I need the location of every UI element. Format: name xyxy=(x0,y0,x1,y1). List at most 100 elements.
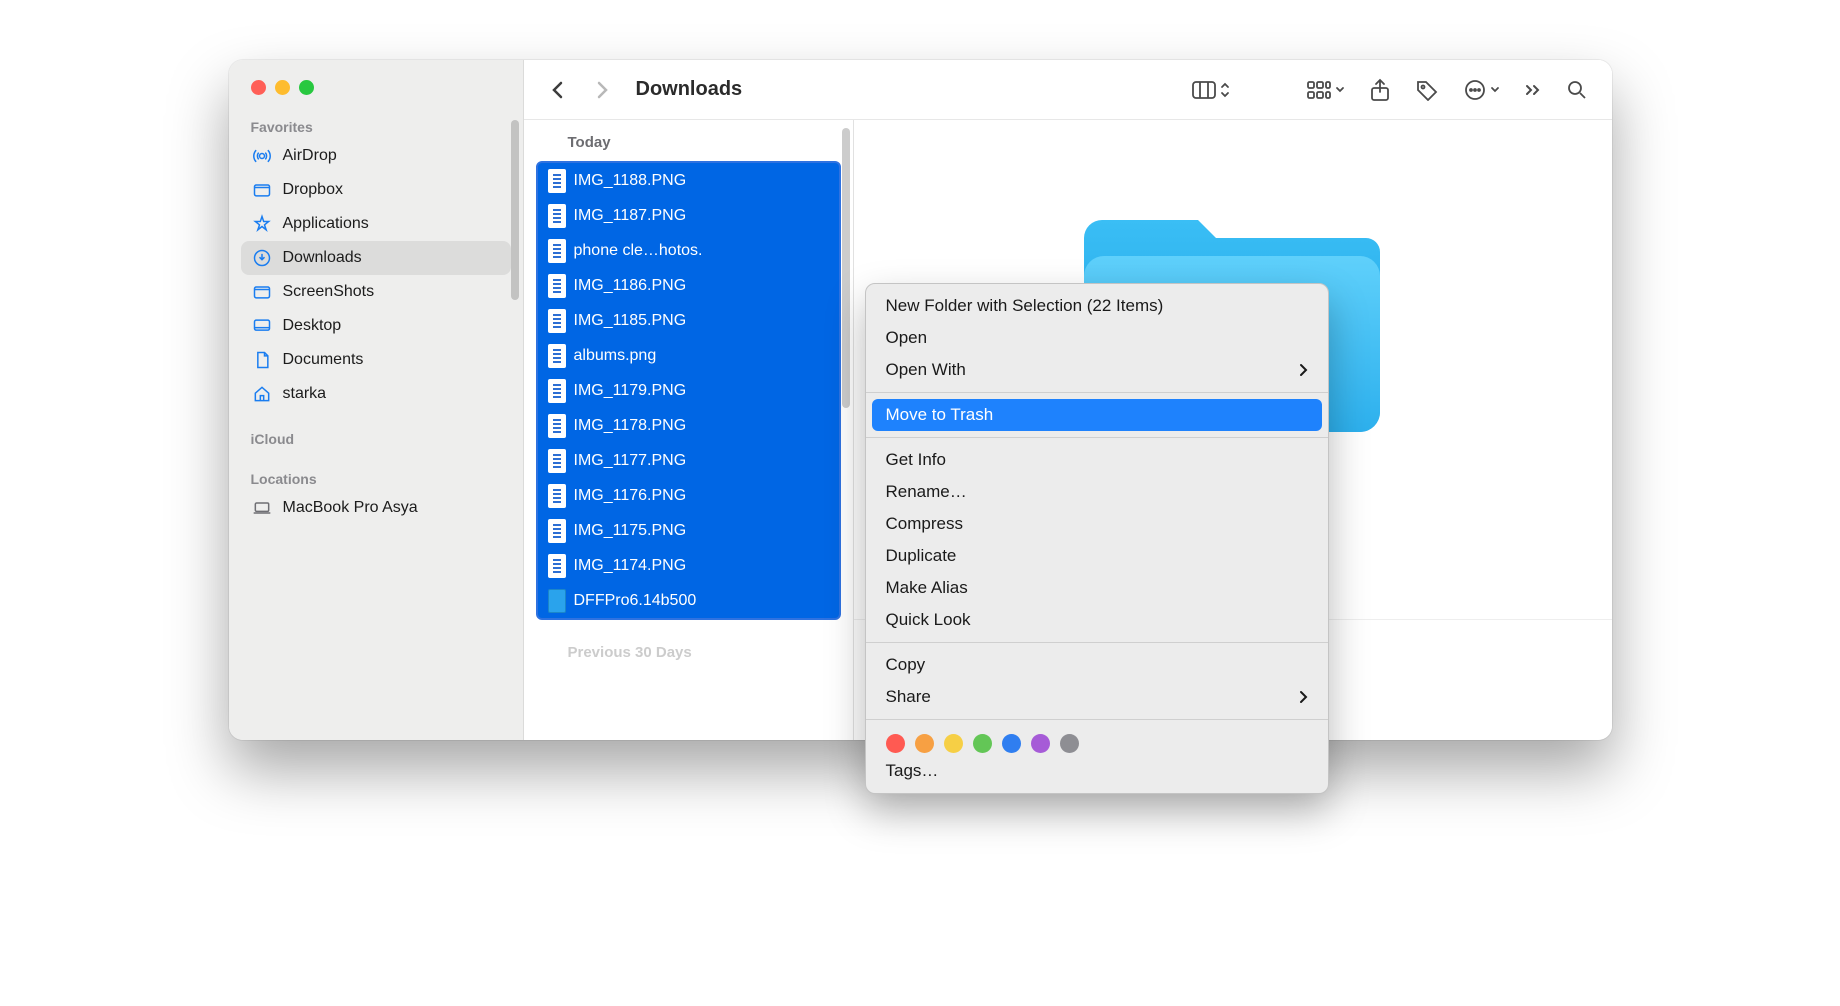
document-icon xyxy=(251,349,273,371)
menu-item[interactable]: Duplicate xyxy=(866,540,1328,572)
file-name: DFFPro6.14b500 xyxy=(574,592,697,610)
group-by-button[interactable] xyxy=(1300,80,1351,100)
folder-icon xyxy=(251,281,273,303)
share-button[interactable] xyxy=(1363,78,1397,102)
file-row[interactable]: IMG_1187.PNG xyxy=(538,198,839,233)
sidebar-item-label: Dropbox xyxy=(283,181,343,199)
menu-item[interactable]: Get Info xyxy=(866,444,1328,476)
home-icon xyxy=(251,383,273,405)
sidebar-item-dropbox[interactable]: Dropbox xyxy=(241,173,511,207)
menu-item-label: Rename… xyxy=(886,482,967,502)
tag-color[interactable] xyxy=(944,734,963,753)
view-columns-button[interactable] xyxy=(1185,79,1236,101)
file-row[interactable]: IMG_1176.PNG xyxy=(538,478,839,513)
menu-item[interactable]: Quick Look xyxy=(866,604,1328,636)
menu-item[interactable]: Open With xyxy=(866,354,1328,386)
file-name: IMG_1176.PNG xyxy=(574,487,687,505)
menu-item-label: Duplicate xyxy=(886,546,957,566)
file-list: IMG_1188.PNG IMG_1187.PNGphone cle…hotos.… xyxy=(524,157,853,624)
image-thumb-icon xyxy=(548,169,566,193)
sidebar-item-label: Desktop xyxy=(283,317,342,335)
menu-item-label: Share xyxy=(886,687,931,707)
menu-separator xyxy=(866,437,1328,438)
sidebar: Favorites AirDrop Dropbox Applications D… xyxy=(229,60,524,740)
file-row[interactable]: IMG_1174.PNG xyxy=(538,548,839,583)
tag-color[interactable] xyxy=(973,734,992,753)
sidebar-item-label: Downloads xyxy=(283,249,362,267)
sidebar-item-label: Documents xyxy=(283,351,364,369)
finder-window: Favorites AirDrop Dropbox Applications D… xyxy=(229,60,1612,740)
sidebar-item-machine[interactable]: MacBook Pro Asya xyxy=(241,491,511,525)
menu-item[interactable]: Copy xyxy=(866,649,1328,681)
column-scrollbar[interactable] xyxy=(842,128,850,408)
sidebar-item-documents[interactable]: Documents xyxy=(241,343,511,377)
menu-item[interactable]: Rename… xyxy=(866,476,1328,508)
tag-color[interactable] xyxy=(1002,734,1021,753)
nav-back-button[interactable] xyxy=(542,74,574,106)
sidebar-item-applications[interactable]: Applications xyxy=(241,207,511,241)
menu-separator xyxy=(866,719,1328,720)
menu-item[interactable]: Move to Trash xyxy=(872,399,1322,431)
minimize-button[interactable] xyxy=(275,80,290,95)
file-name: IMG_1179.PNG xyxy=(574,382,687,400)
image-thumb-icon xyxy=(548,554,566,578)
menu-item[interactable]: New Folder with Selection (22 Items) xyxy=(866,290,1328,322)
toolbar: Downloads xyxy=(524,60,1612,120)
menu-item-label: Make Alias xyxy=(886,578,968,598)
image-thumb-icon xyxy=(548,484,566,508)
laptop-icon xyxy=(251,497,273,519)
close-button[interactable] xyxy=(251,80,266,95)
file-name: IMG_1187.PNG xyxy=(574,207,687,225)
tag-color[interactable] xyxy=(886,734,905,753)
file-row[interactable]: albums.png xyxy=(538,338,839,373)
section-locations: Locations xyxy=(241,465,511,491)
menu-item[interactable]: Tags… xyxy=(866,755,1328,787)
desktop-icon xyxy=(251,315,273,337)
sidebar-item-label: AirDrop xyxy=(283,147,337,165)
menu-item[interactable]: Compress xyxy=(866,508,1328,540)
file-row[interactable]: IMG_1177.PNG xyxy=(538,443,839,478)
folder-icon xyxy=(251,179,273,201)
menu-separator xyxy=(866,392,1328,393)
file-name: albums.png xyxy=(574,347,657,365)
tag-color[interactable] xyxy=(915,734,934,753)
menu-item[interactable]: Open xyxy=(866,322,1328,354)
tag-color[interactable] xyxy=(1031,734,1050,753)
file-row[interactable]: IMG_1188.PNG xyxy=(538,163,839,198)
sidebar-item-label: MacBook Pro Asya xyxy=(283,499,418,517)
file-name: IMG_1174.PNG xyxy=(574,557,687,575)
sidebar-item-screenshots[interactable]: ScreenShots xyxy=(241,275,511,309)
image-thumb-icon xyxy=(548,309,566,333)
file-row[interactable]: IMG_1185.PNG xyxy=(538,303,839,338)
file-selection[interactable]: IMG_1188.PNG IMG_1187.PNGphone cle…hotos.… xyxy=(536,161,841,620)
file-row[interactable]: IMG_1186.PNG xyxy=(538,268,839,303)
fullscreen-button[interactable] xyxy=(299,80,314,95)
file-name: phone cle…hotos. xyxy=(574,242,703,260)
menu-item-label: Quick Look xyxy=(886,610,971,630)
file-row[interactable]: IMG_1178.PNG xyxy=(538,408,839,443)
menu-item-label: New Folder with Selection (22 Items) xyxy=(886,296,1164,316)
menu-item-label: Get Info xyxy=(886,450,946,470)
applications-icon xyxy=(251,213,273,235)
section-icloud: iCloud xyxy=(241,425,511,451)
menu-item[interactable]: Share xyxy=(866,681,1328,713)
sidebar-item-airdrop[interactable]: AirDrop xyxy=(241,139,511,173)
tags-button[interactable] xyxy=(1409,79,1445,101)
menu-item-label: Copy xyxy=(886,655,926,675)
image-thumb-icon xyxy=(548,379,566,403)
overflow-button[interactable] xyxy=(1518,83,1548,97)
menu-item[interactable]: Make Alias xyxy=(866,572,1328,604)
search-button[interactable] xyxy=(1560,79,1594,101)
file-row[interactable]: phone cle…hotos. xyxy=(538,233,839,268)
file-row[interactable]: IMG_1179.PNG xyxy=(538,373,839,408)
sidebar-item-home[interactable]: starka xyxy=(241,377,511,411)
sidebar-item-downloads[interactable]: Downloads xyxy=(241,241,511,275)
tag-color[interactable] xyxy=(1060,734,1079,753)
sidebar-item-desktop[interactable]: Desktop xyxy=(241,309,511,343)
nav-forward-button[interactable] xyxy=(586,74,618,106)
file-row[interactable]: DFFPro6.14b500 xyxy=(538,583,839,618)
image-thumb-icon xyxy=(548,204,566,228)
actions-button[interactable] xyxy=(1457,78,1506,102)
file-row[interactable]: IMG_1175.PNG xyxy=(538,513,839,548)
file-name: IMG_1186.PNG xyxy=(574,277,687,295)
